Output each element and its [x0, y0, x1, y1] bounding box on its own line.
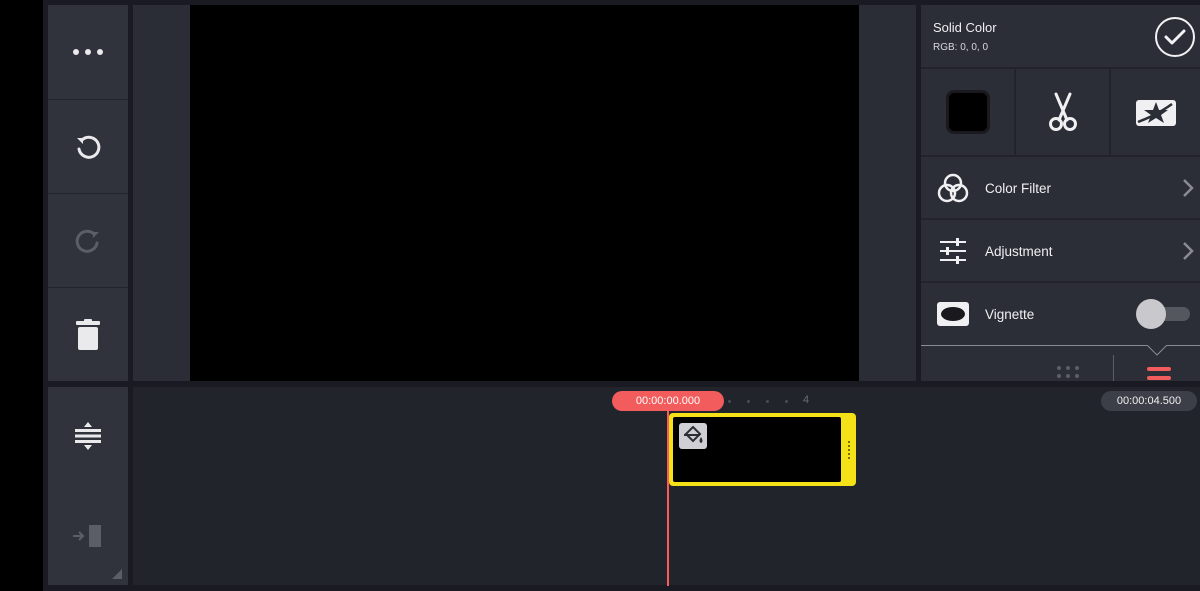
paint-bucket-icon — [679, 423, 707, 449]
resize-corner-icon — [112, 569, 122, 579]
footer-vertical-divider — [1113, 355, 1114, 381]
panel-divider — [921, 155, 1200, 157]
playhead[interactable] — [667, 400, 669, 586]
vignette-icon — [936, 297, 970, 331]
panel-title: Solid Color — [933, 20, 997, 35]
left-toolbar — [48, 5, 128, 381]
menu-color-filter[interactable]: Color Filter — [921, 158, 1200, 218]
clip-thumbnail — [673, 417, 841, 482]
menu-label: Vignette — [985, 306, 1035, 322]
redo-icon — [75, 229, 99, 253]
ruler-tick — [766, 400, 769, 403]
chevron-right-icon — [1183, 179, 1194, 197]
panel-divider — [921, 281, 1200, 283]
menu-vignette: Vignette — [921, 284, 1200, 344]
undo-icon — [77, 135, 101, 159]
scissors-icon — [1048, 92, 1077, 131]
toggle-knob — [1136, 299, 1166, 329]
menu-label: Color Filter — [985, 180, 1052, 196]
color-picker-button[interactable] — [921, 69, 1014, 155]
panel-footer — [921, 345, 1200, 381]
preview-canvas[interactable] — [190, 5, 859, 381]
clip-trim-handle[interactable] — [848, 441, 850, 459]
ruler-tick — [728, 400, 731, 403]
grid-dots-icon[interactable] — [1056, 365, 1080, 379]
end-time: 00:00:04.500 — [1101, 391, 1197, 411]
more-icon — [73, 49, 103, 55]
sticker-icon — [1135, 100, 1176, 126]
panel-divider — [921, 218, 1200, 220]
track-height-icon — [75, 422, 101, 450]
color-filter-icon — [936, 171, 970, 205]
timeline-clip[interactable] — [669, 413, 856, 486]
color-swatch — [945, 90, 990, 134]
adjustment-icon — [936, 234, 970, 268]
current-time: 00:00:00.000 — [612, 391, 724, 411]
delete-button[interactable] — [48, 288, 128, 382]
layer-panel: Solid Color RGB: 0, 0, 0 Color Filter Ad… — [921, 5, 1200, 381]
delete-icon — [76, 319, 100, 350]
ruler-label: 4 — [803, 394, 810, 406]
redo-button[interactable] — [48, 194, 128, 288]
footer-notch-icon — [1147, 345, 1167, 356]
panel-header: Solid Color RGB: 0, 0, 0 — [921, 5, 1200, 67]
animation-button[interactable] — [1111, 69, 1200, 155]
ruler-tick — [785, 400, 788, 403]
panel-subtitle: RGB: 0, 0, 0 — [933, 42, 989, 53]
timeline-toolbar — [48, 387, 128, 585]
vignette-toggle[interactable] — [1136, 299, 1190, 329]
undo-button[interactable] — [48, 100, 128, 194]
confirm-button[interactable] — [1155, 17, 1195, 57]
chevron-right-icon — [1183, 242, 1194, 260]
menu-label: Adjustment — [985, 243, 1053, 259]
track-height-button[interactable] — [48, 387, 128, 485]
ruler-tick — [747, 400, 750, 403]
layer-list-icon[interactable] — [1147, 367, 1171, 381]
check-icon — [1164, 29, 1186, 45]
split-button[interactable] — [1016, 69, 1109, 155]
insert-icon — [73, 524, 101, 547]
more-button[interactable] — [48, 5, 128, 99]
menu-adjustment[interactable]: Adjustment — [921, 221, 1200, 281]
